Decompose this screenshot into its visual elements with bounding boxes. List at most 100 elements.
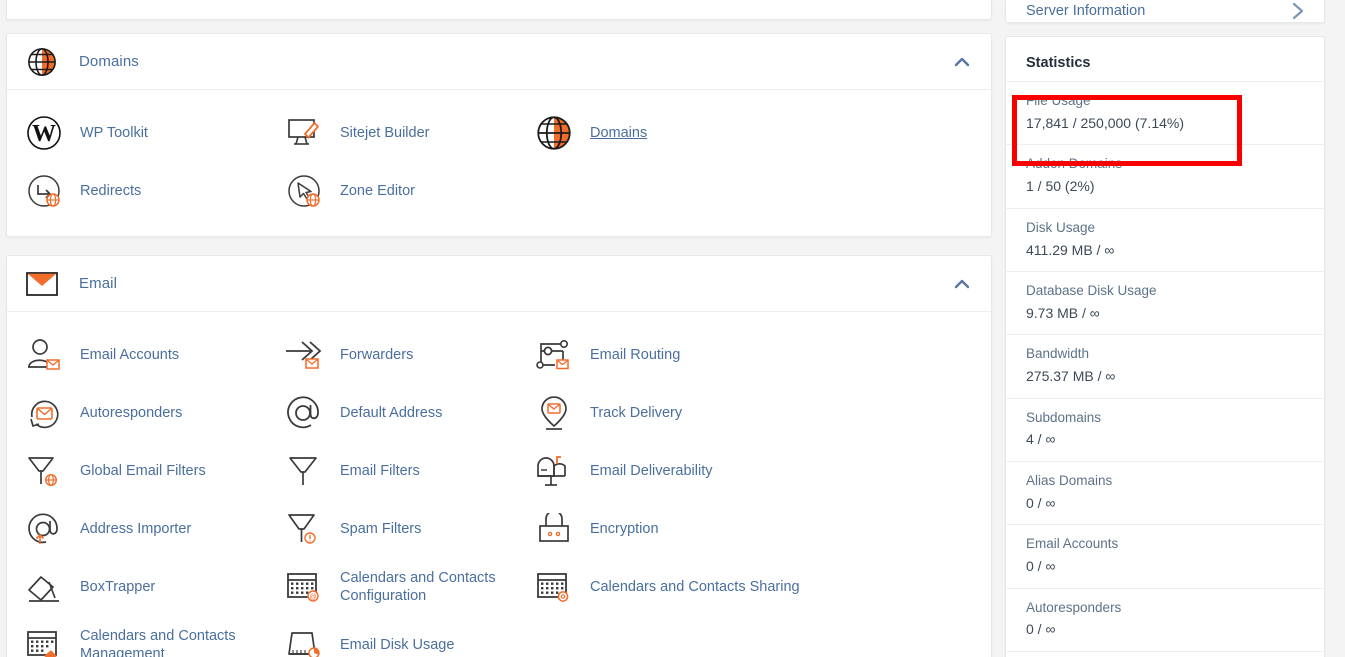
section-header-domains[interactable]: Domains bbox=[7, 34, 991, 90]
tile-email-deliverability[interactable]: Email Deliverability bbox=[535, 442, 973, 500]
zone-cursor-icon bbox=[285, 172, 323, 210]
svg-text:W: W bbox=[32, 121, 56, 147]
tile-label: Default Address bbox=[340, 404, 443, 421]
stat-row-bandwidth[interactable]: Bandwidth 275.37 MB / ∞ bbox=[1006, 334, 1324, 397]
tile-label: Calendars and Contacts Sharing bbox=[590, 578, 800, 595]
cpanel-page: Domains W WP Toolkit Sitejet Builder Dom… bbox=[0, 0, 1345, 657]
tile-label: Email Filters bbox=[340, 462, 420, 479]
tile-label: Calendars and Contacts Configuration bbox=[340, 569, 496, 604]
globe-icon bbox=[535, 114, 573, 152]
stat-value: 0 / ∞ bbox=[1026, 558, 1056, 575]
tile-calendars-contacts-sharing[interactable]: Calendars and Contacts Sharing bbox=[535, 558, 973, 616]
tile-label: Track Delivery bbox=[590, 404, 683, 421]
stat-label: Alias Domains bbox=[1026, 472, 1113, 488]
stat-value: 0 / ∞ bbox=[1026, 621, 1056, 638]
globe-icon bbox=[25, 45, 59, 79]
stat-value: 0 / ∞ bbox=[1026, 494, 1056, 511]
tile-address-importer[interactable]: Address Importer bbox=[25, 500, 285, 558]
tile-track-delivery[interactable]: Track Delivery bbox=[535, 384, 973, 442]
chevron-up-icon[interactable] bbox=[953, 53, 971, 71]
tile-label: Sitejet Builder bbox=[340, 124, 430, 141]
tile-autoresponders[interactable]: Autoresponders bbox=[25, 384, 285, 442]
statistics-card: Statistics File Usage 17,841 / 250,000 (… bbox=[1005, 36, 1325, 657]
stat-value: 411.29 MB / ∞ bbox=[1026, 241, 1115, 258]
tile-calendars-contacts-configuration[interactable]: @ Calendars and Contacts Configuration bbox=[285, 558, 535, 616]
stat-row-email-accounts[interactable]: Email Accounts 0 / ∞ bbox=[1006, 524, 1324, 587]
wordpress-icon: W bbox=[25, 114, 63, 152]
tile-label: BoxTrapper bbox=[80, 578, 156, 595]
tile-label: Autoresponders bbox=[80, 404, 183, 421]
stat-row-autoresponders[interactable]: Autoresponders 0 / ∞ bbox=[1006, 587, 1324, 651]
stat-label: Disk Usage bbox=[1026, 219, 1096, 235]
map-pin-mail-icon bbox=[535, 394, 573, 432]
stat-value: 9.73 MB / ∞ bbox=[1026, 304, 1100, 321]
tile-global-email-filters[interactable]: Global Email Filters bbox=[25, 442, 285, 500]
stat-row-forwarders[interactable]: Forwarders bbox=[1006, 650, 1324, 657]
tile-label: Email Routing bbox=[590, 346, 681, 363]
tile-label: Zone Editor bbox=[340, 182, 415, 199]
calendar-pin-icon bbox=[25, 626, 63, 657]
previous-section-card-bottom bbox=[6, 0, 992, 20]
tile-email-filters[interactable]: Email Filters bbox=[285, 442, 535, 500]
tile-sitejet-builder[interactable]: Sitejet Builder bbox=[285, 104, 535, 162]
stat-row-addon-domains[interactable]: Addon Domains 1 / 50 (2%) bbox=[1006, 144, 1324, 207]
tile-forwarders[interactable]: Forwarders bbox=[285, 326, 535, 384]
redirect-arrow-icon bbox=[25, 172, 63, 210]
tile-label: Spam Filters bbox=[340, 520, 422, 537]
calendar-at-icon: @ bbox=[285, 568, 323, 606]
sidebar-column: Server Information Statistics File Usage… bbox=[1005, 0, 1325, 657]
stat-value: 17,841 / 250,000 (7.14%) bbox=[1026, 114, 1185, 131]
stat-label: Bandwidth bbox=[1026, 346, 1090, 362]
stat-label: Autoresponders bbox=[1026, 599, 1122, 615]
tile-spam-filters[interactable]: Spam Filters bbox=[285, 500, 535, 558]
server-information-card: Server Information bbox=[1005, 0, 1325, 23]
tile-encryption[interactable]: Encryption bbox=[535, 500, 973, 558]
funnel-globe-icon bbox=[25, 452, 63, 490]
boxtrapper-icon bbox=[25, 568, 63, 606]
stat-value: 275.37 MB / ∞ bbox=[1026, 368, 1116, 385]
stat-row-database-disk-usage[interactable]: Database Disk Usage 9.73 MB / ∞ bbox=[1006, 270, 1324, 334]
mailbox-icon bbox=[535, 452, 573, 490]
statistics-title: Statistics bbox=[1026, 55, 1091, 71]
server-information-label: Server Information bbox=[1026, 3, 1146, 19]
tile-zone-editor[interactable]: Zone Editor bbox=[285, 162, 535, 220]
monitor-pencil-icon bbox=[285, 114, 323, 152]
funnel-warning-icon bbox=[285, 510, 323, 548]
stat-row-subdomains[interactable]: Subdomains 4 / ∞ bbox=[1006, 397, 1324, 461]
envelope-icon bbox=[25, 267, 59, 301]
tile-label: Forwarders bbox=[340, 346, 414, 363]
stat-row-alias-domains[interactable]: Alias Domains 0 / ∞ bbox=[1006, 460, 1324, 524]
section-title: Email bbox=[79, 275, 118, 292]
stat-label: File Usage bbox=[1026, 93, 1091, 108]
tile-domains[interactable]: Domains bbox=[535, 104, 973, 162]
section-card-email: Email Email Accounts Forwarders Email Ro… bbox=[6, 255, 992, 657]
svg-text:@: @ bbox=[309, 594, 316, 601]
autoresponder-icon bbox=[25, 394, 63, 432]
stat-row-disk-usage[interactable]: Disk Usage 411.29 MB / ∞ bbox=[1006, 207, 1324, 271]
lock-icon bbox=[535, 510, 573, 548]
tile-label: Calendars and Contacts Management bbox=[80, 627, 236, 657]
stat-row-file-usage[interactable]: File Usage 17,841 / 250,000 (7.14%) bbox=[1006, 81, 1324, 144]
tile-redirects[interactable]: Redirects bbox=[25, 162, 285, 220]
stat-value: 4 / ∞ bbox=[1026, 431, 1056, 448]
tile-calendars-contacts-management[interactable]: Calendars and Contacts Management bbox=[25, 616, 285, 657]
tile-default-address[interactable]: Default Address bbox=[285, 384, 535, 442]
tile-email-accounts[interactable]: Email Accounts bbox=[25, 326, 285, 384]
section-header-email[interactable]: Email bbox=[7, 256, 991, 312]
tile-spacer bbox=[535, 162, 973, 220]
tile-boxtrapper[interactable]: BoxTrapper bbox=[25, 558, 285, 616]
user-mail-icon bbox=[25, 336, 63, 374]
tile-label: Email Deliverability bbox=[590, 462, 713, 479]
chevron-right-icon bbox=[1292, 2, 1304, 20]
sidebar-item-server-information[interactable]: Server Information bbox=[1026, 0, 1304, 22]
chevron-up-icon[interactable] bbox=[953, 275, 971, 293]
tile-label: WP Toolkit bbox=[80, 124, 148, 141]
tile-grid-email: Email Accounts Forwarders Email Routing … bbox=[7, 312, 991, 657]
stat-label: Database Disk Usage bbox=[1026, 282, 1157, 298]
tile-wp-toolkit[interactable]: W WP Toolkit bbox=[25, 104, 285, 162]
stat-label: Subdomains bbox=[1026, 409, 1102, 425]
tile-email-routing[interactable]: Email Routing bbox=[535, 326, 973, 384]
tile-email-disk-usage[interactable]: Email Disk Usage bbox=[285, 616, 535, 657]
funnel-icon bbox=[285, 452, 323, 490]
stat-label: Addon Domains bbox=[1026, 156, 1123, 172]
